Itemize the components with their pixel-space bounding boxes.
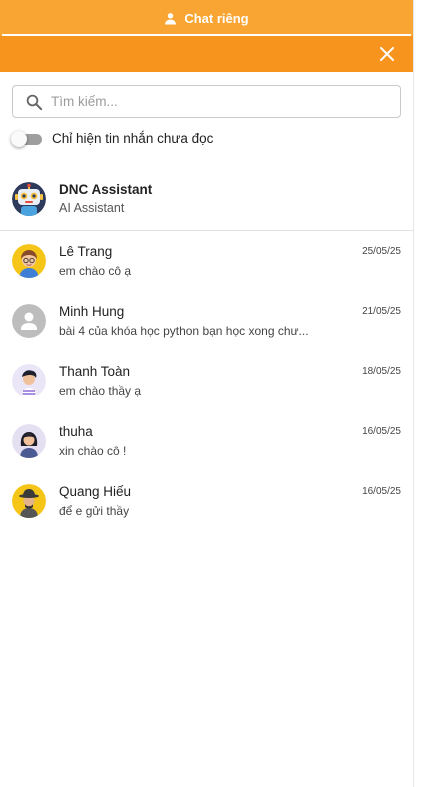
robot-avatar xyxy=(12,181,46,216)
contact-name: Quang Hiếu xyxy=(59,484,132,499)
conversation-text: Quang Hiếu để e gửi thầy xyxy=(59,484,309,518)
tab-active-indicator xyxy=(2,34,411,36)
avatar xyxy=(12,364,46,398)
message-date: 21/05/25 xyxy=(362,306,401,317)
assistant-text: DNC Assistant AI Assistant xyxy=(59,182,152,215)
last-message: bài 4 của khóa học python bạn học xong c… xyxy=(59,324,309,338)
header-bar xyxy=(0,36,413,72)
search-icon xyxy=(26,94,43,110)
avatar xyxy=(12,484,46,518)
unread-only-toggle[interactable] xyxy=(11,130,43,147)
message-date: 16/05/25 xyxy=(362,426,401,437)
person-icon xyxy=(165,12,177,24)
tab-bar: Chat riêng xyxy=(0,0,413,36)
avatar xyxy=(12,244,46,278)
conversation-item[interactable]: Minh Hung bài 4 của khóa học python bạn … xyxy=(0,291,413,351)
message-date: 18/05/25 xyxy=(362,366,401,377)
assistant-item[interactable]: DNC Assistant AI Assistant xyxy=(0,167,413,231)
close-icon xyxy=(380,47,394,61)
search-section xyxy=(0,72,413,118)
conversation-item[interactable]: Quang Hiếu để e gửi thầy 16/05/25 xyxy=(0,471,413,531)
conversation-text: Thanh Toàn em chào thầy ạ xyxy=(59,364,309,398)
toggle-thumb xyxy=(11,130,27,147)
contact-name: Thanh Toàn xyxy=(59,364,131,379)
tab-private-chat[interactable]: Chat riêng xyxy=(160,1,252,35)
last-message: để e gửi thầy xyxy=(59,504,130,518)
unread-filter-row: Chỉ hiện tin nhắn chưa đọc xyxy=(0,118,413,151)
chat-panel: Chat riêng Chỉ hiện tin nhắn chưa đọc xyxy=(0,0,414,787)
default-avatar xyxy=(12,304,46,338)
assistant-subtitle: AI Assistant xyxy=(59,201,125,215)
contact-name: thuha xyxy=(59,424,93,439)
contact-name: Lê Trang xyxy=(59,244,113,259)
contact-name: Minh Hung xyxy=(59,304,125,319)
message-date: 16/05/25 xyxy=(362,486,401,497)
conversation-item[interactable]: Thanh Toàn em chào thầy ạ 18/05/25 xyxy=(0,351,413,411)
conversation-list: Lê Trang em chào cô ạ 25/05/25 Minh Hung… xyxy=(0,231,413,531)
last-message: em chào thầy ạ xyxy=(59,384,142,398)
close-button[interactable] xyxy=(379,46,395,62)
unread-only-label: Chỉ hiện tin nhắn chưa đọc xyxy=(52,131,214,146)
search-box[interactable] xyxy=(12,85,401,118)
message-date: 25/05/25 xyxy=(362,246,401,257)
last-message: em chào cô ạ xyxy=(59,264,132,278)
tab-label: Chat riêng xyxy=(184,10,249,26)
conversation-text: Minh Hung bài 4 của khóa học python bạn … xyxy=(59,304,309,338)
conversation-text: Lê Trang em chào cô ạ xyxy=(59,244,309,278)
search-input[interactable] xyxy=(51,94,351,109)
avatar xyxy=(12,424,46,458)
last-message: xin chào cô ! xyxy=(59,444,127,458)
conversation-item[interactable]: Lê Trang em chào cô ạ 25/05/25 xyxy=(0,231,413,291)
assistant-name: DNC Assistant xyxy=(59,182,153,197)
conversation-item[interactable]: thuha xin chào cô ! 16/05/25 xyxy=(0,411,413,471)
conversation-text: thuha xin chào cô ! xyxy=(59,424,309,458)
